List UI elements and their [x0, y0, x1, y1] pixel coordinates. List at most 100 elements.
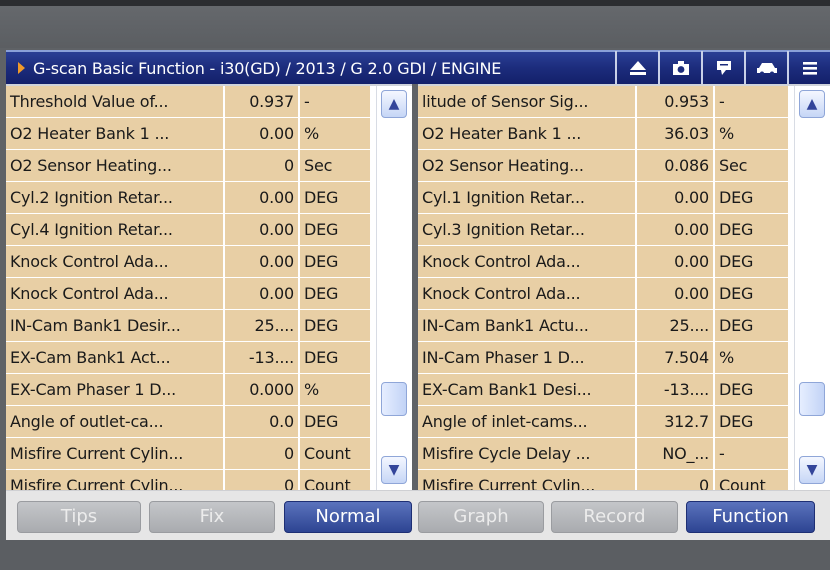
table-row[interactable]: Misfire Current Cylin... 0 Count — [6, 438, 370, 470]
scroll-down-button[interactable]: ▼ — [799, 456, 825, 484]
table-row[interactable]: EX-Cam Bank1 Act... -13.... DEG — [6, 342, 370, 374]
parameter-unit: - — [719, 92, 725, 111]
parameter-unit: DEG — [304, 348, 339, 367]
scroll-down-button[interactable]: ▼ — [381, 456, 407, 484]
table-row[interactable]: Knock Control Ada... 0.00 DEG — [418, 246, 788, 278]
table-row[interactable]: EX-Cam Phaser 1 D... 0.000% — [6, 374, 370, 406]
title-bar: G-scan Basic Function - i30(GD) / 2013 /… — [6, 50, 830, 85]
record-button[interactable]: Record — [551, 501, 678, 533]
parameter-unit: % — [719, 348, 735, 367]
scroll-thumb[interactable] — [799, 382, 825, 416]
table-row[interactable]: IN-Cam Bank1 Actu... 25.... DEG — [418, 310, 788, 342]
parameter-value: 0.00 — [637, 278, 715, 309]
parameter-name: Knock Control Ada... — [6, 278, 225, 309]
parameter-unit: % — [304, 124, 320, 143]
parameter-value: 36.03 — [637, 118, 715, 149]
parameter-unit: DEG — [719, 380, 754, 399]
eject-icon[interactable] — [615, 51, 658, 85]
parameter-value: -13.... — [225, 342, 300, 373]
table-row[interactable]: Cyl.3 Ignition Retar... 0.00 DEG — [418, 214, 788, 246]
table-row[interactable]: litude of Sensor Sig... 0.953- — [418, 86, 788, 118]
table-row[interactable]: IN-Cam Phaser 1 D... 7.504% — [418, 342, 788, 374]
scroll-up-button[interactable]: ▲ — [381, 90, 407, 118]
parameter-name: litude of Sensor Sig... — [418, 86, 637, 117]
table-row[interactable]: O2 Sensor Heating... 0 Sec — [6, 150, 370, 182]
parameter-name: Angle of inlet-cams... — [418, 406, 637, 437]
parameter-unit: Sec — [304, 156, 333, 175]
table-row[interactable]: O2 Sensor Heating... 0.086 Sec — [418, 150, 788, 182]
table-row[interactable]: Angle of outlet-ca... 0.0 DEG — [6, 406, 370, 438]
normal-button[interactable]: Normal — [284, 501, 412, 533]
left-scrollbar[interactable]: ▲ ▼ — [376, 86, 412, 492]
parameter-name: IN-Cam Phaser 1 D... — [418, 342, 637, 373]
vehicle-icon[interactable] — [744, 51, 787, 85]
parameter-value: 25.... — [637, 310, 715, 341]
parameter-value: 312.7 — [637, 406, 715, 437]
parameter-unit: DEG — [719, 412, 754, 431]
parameter-value: 0.0 — [225, 406, 300, 437]
table-row[interactable]: Cyl.4 Ignition Retar... 0.00 DEG — [6, 214, 370, 246]
parameter-value: 0.086 — [637, 150, 715, 181]
parameter-name: O2 Sensor Heating... — [6, 150, 225, 181]
table-row[interactable]: O2 Heater Bank 1 ... 36.03% — [418, 118, 788, 150]
right-data-list[interactable]: litude of Sensor Sig... 0.953- O2 Heater B… — [418, 84, 830, 502]
tips-button[interactable]: Tips — [17, 501, 141, 533]
parameter-name: Knock Control Ada... — [418, 278, 637, 309]
table-row[interactable]: O2 Heater Bank 1 ... 0.00% — [6, 118, 370, 150]
parameter-value: 0.953 — [637, 86, 715, 117]
parameter-unit: DEG — [304, 412, 339, 431]
parameter-value: 0.00 — [225, 214, 300, 245]
table-row[interactable]: Cyl.2 Ignition Retar... 0.00 DEG — [6, 182, 370, 214]
parameter-name: Misfire Cycle Delay ... — [418, 438, 637, 469]
table-row[interactable]: EX-Cam Bank1 Desi... -13.... DEG — [418, 374, 788, 406]
table-row[interactable]: Knock Control Ada... 0.00 DEG — [6, 246, 370, 278]
table-row[interactable]: IN-Cam Bank1 Desir... 25.... DEG — [6, 310, 370, 342]
scroll-up-button[interactable]: ▲ — [799, 90, 825, 118]
parameter-unit: DEG — [304, 284, 339, 303]
parameter-unit: % — [304, 380, 320, 399]
parameter-name: Knock Control Ada... — [6, 246, 225, 277]
parameter-unit: DEG — [719, 252, 754, 271]
right-rows: litude of Sensor Sig... 0.953- O2 Heater B… — [418, 86, 788, 502]
parameter-unit: - — [304, 92, 310, 111]
parameter-unit: DEG — [304, 188, 339, 207]
table-row[interactable]: Cyl.1 Ignition Retar... 0.00 DEG — [418, 182, 788, 214]
parameter-unit: DEG — [719, 316, 754, 335]
function-button[interactable]: Function — [686, 501, 815, 533]
parameter-value: 0.00 — [637, 246, 715, 277]
fix-button[interactable]: Fix — [149, 501, 275, 533]
table-row[interactable]: Knock Control Ada... 0.00 DEG — [418, 278, 788, 310]
parameter-value: 0 — [225, 438, 300, 469]
table-row[interactable]: Threshold Value of... 0.937- — [6, 86, 370, 118]
parameter-name: Threshold Value of... — [6, 86, 225, 117]
parameter-name: IN-Cam Bank1 Desir... — [6, 310, 225, 341]
table-row[interactable]: Misfire Cycle Delay ... NO_... - — [418, 438, 788, 470]
parameter-unit: Count — [304, 444, 351, 463]
parameter-value: 0.937 — [225, 86, 300, 117]
parameter-unit: DEG — [719, 284, 754, 303]
parameter-unit: DEG — [304, 316, 339, 335]
parameter-name: Knock Control Ada... — [418, 246, 637, 277]
right-scrollbar[interactable]: ▲ ▼ — [794, 86, 830, 492]
parameter-name: O2 Sensor Heating... — [418, 150, 637, 181]
camera-icon[interactable] — [658, 51, 701, 85]
parameter-value: 0 — [225, 150, 300, 181]
left-data-list[interactable]: Threshold Value of... 0.937- O2 Heater Ban… — [6, 84, 412, 502]
parameter-unit: DEG — [304, 252, 339, 271]
table-row[interactable]: Angle of inlet-cams... 312.7 DEG — [418, 406, 788, 438]
table-row[interactable]: Knock Control Ada... 0.00 DEG — [6, 278, 370, 310]
parameter-unit: - — [719, 444, 725, 463]
menu-icon[interactable] — [787, 51, 830, 85]
parameter-name: EX-Cam Phaser 1 D... — [6, 374, 225, 405]
parameter-name: O2 Heater Bank 1 ... — [6, 118, 225, 149]
parameter-name: Cyl.4 Ignition Retar... — [6, 214, 225, 245]
parameter-name: Cyl.3 Ignition Retar... — [418, 214, 637, 245]
graph-button[interactable]: Graph — [418, 501, 544, 533]
parameter-value: 25.... — [225, 310, 300, 341]
scroll-thumb[interactable] — [381, 382, 407, 416]
parameter-name: Misfire Current Cylin... — [6, 438, 225, 469]
parameter-value: 0.000 — [225, 374, 300, 405]
left-rows: Threshold Value of... 0.937- O2 Heater Ban… — [6, 86, 370, 502]
parameter-name: EX-Cam Bank1 Act... — [6, 342, 225, 373]
comment-icon[interactable] — [701, 51, 744, 85]
